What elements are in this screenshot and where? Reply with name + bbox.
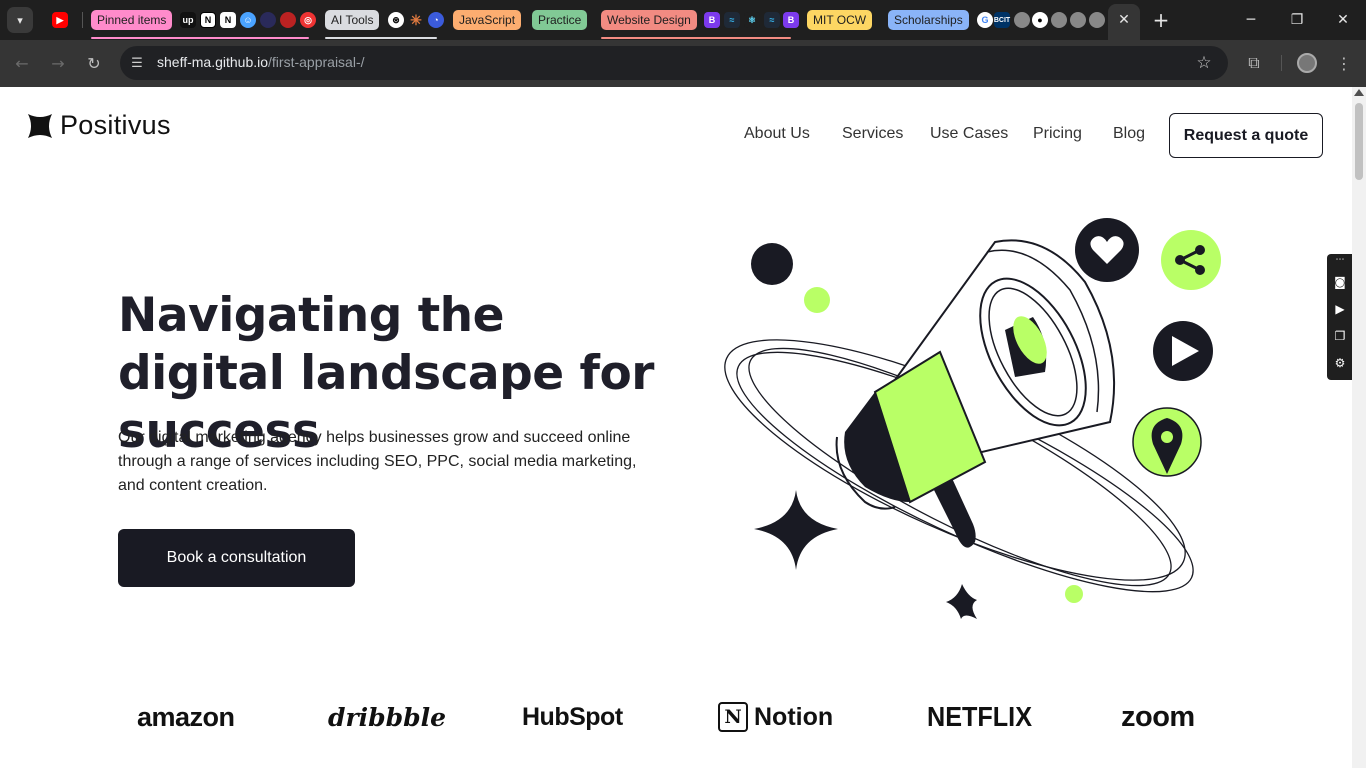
notion-logo: N Notion — [718, 697, 833, 737]
tab-search-button[interactable]: ▾ — [7, 7, 33, 33]
site-logo[interactable]: Positivus — [28, 110, 171, 141]
netflix-logo: NETFLIX — [927, 701, 1033, 732]
back-arrow-icon[interactable]: ← — [10, 51, 34, 75]
claude-tab-icon[interactable]: ✳ — [408, 12, 424, 28]
dribbble-logo: dribbble — [328, 702, 446, 732]
url-text[interactable]: sheff-ma.github.io/first-appraisal-/ — [157, 54, 365, 70]
restore-icon[interactable]: ❐ — [1274, 0, 1320, 40]
bcit-tab-icon[interactable]: BCIT — [994, 12, 1010, 28]
positivus-star-icon — [28, 113, 52, 138]
window-close-icon[interactable]: ✕ — [1320, 0, 1366, 40]
chatgpt-tab-icon[interactable]: ⊛ — [388, 12, 404, 28]
brand-name: Positivus — [60, 110, 171, 140]
minimize-icon[interactable]: ─ — [1228, 0, 1274, 40]
scrollbar-thumb[interactable] — [1355, 103, 1363, 180]
google-tab-icon[interactable]: G — [977, 12, 993, 28]
tab-group-website-design[interactable]: Website Design — [601, 10, 697, 30]
tab-close-icon[interactable]: ✕ — [1114, 10, 1134, 30]
bootstrap-tab-icon[interactable]: B — [704, 12, 720, 28]
tab-group-javascript[interactable]: JavaScript — [453, 10, 522, 30]
youtube-tab-icon[interactable]: ▶ — [52, 12, 68, 28]
reload-icon[interactable]: ↻ — [82, 51, 106, 75]
tab-group-ai-tools[interactable]: AI Tools — [325, 10, 380, 30]
bootstrap-tab-icon-2[interactable]: B — [783, 12, 799, 28]
request-quote-button[interactable]: Request a quote — [1169, 113, 1323, 158]
notion-wordmark: Notion — [754, 702, 834, 731]
url-path: /first-appraisal-/ — [268, 54, 365, 70]
bookmark-star-icon[interactable]: ☆ — [1192, 52, 1216, 74]
react-tab-icon[interactable]: ⚛ — [744, 12, 760, 28]
app-tab-icon[interactable] — [260, 12, 276, 28]
copy-screen-icon[interactable]: ❐ — [1331, 327, 1349, 345]
site-info-icon[interactable]: ☰ — [127, 53, 147, 73]
tailwind-tab-icon[interactable]: ≈ — [724, 12, 740, 28]
settings-gear-icon[interactable]: ⚙ — [1331, 354, 1349, 372]
hubspot-logo: HubSpot — [522, 702, 623, 731]
widget-handle-icon[interactable]: ⋯ — [1331, 254, 1349, 266]
tailwind-tab-icon-2[interactable]: ≈ — [764, 12, 780, 28]
profile-avatar[interactable] — [1297, 53, 1317, 73]
page-scrollbar[interactable] — [1352, 87, 1366, 768]
tab-group-underline — [91, 37, 309, 39]
ai-tab-icon[interactable]: ◔ — [428, 12, 444, 28]
megaphone-illustration — [724, 218, 1221, 619]
globe-tab-icon-3[interactable] — [1070, 12, 1086, 28]
amazon-logo: amazon — [137, 701, 235, 732]
forward-arrow-icon[interactable]: → — [46, 51, 70, 75]
tab-group-practice[interactable]: Practice — [532, 10, 588, 30]
app-tab-icon-3[interactable]: ◎ — [300, 12, 316, 28]
nav-about-us[interactable]: About Us — [744, 125, 810, 143]
upwork-tab-icon[interactable]: up — [180, 12, 196, 28]
globe-tab-icon[interactable] — [1014, 12, 1030, 28]
tab-group-mit-ocw[interactable]: MIT OCW — [807, 10, 873, 30]
web-page: Positivus About Us Services Use Cases Pr… — [0, 87, 1352, 768]
chat-tab-icon[interactable]: ☺ — [240, 12, 256, 28]
url-host: sheff-ma.github.io — [157, 54, 269, 70]
camera-icon[interactable]: ◙ — [1331, 273, 1349, 291]
notion-tab-icon[interactable]: N — [200, 12, 216, 28]
menu-kebab-icon[interactable]: ⋮ — [1332, 51, 1356, 75]
scroll-up-arrow-icon[interactable] — [1354, 89, 1364, 96]
book-consultation-button[interactable]: Book a consultation — [118, 529, 355, 587]
tab-separator — [82, 12, 83, 28]
globe-tab-icon-2[interactable] — [1051, 12, 1067, 28]
github-tab-icon[interactable]: ● — [1032, 12, 1048, 28]
client-logos: amazon dribbble HubSpot N Notion NETFLIX… — [0, 697, 1352, 737]
video-camera-icon[interactable]: ▶ — [1331, 300, 1349, 318]
app-tab-icon-2[interactable] — [280, 12, 296, 28]
notion-calendar-tab-icon[interactable]: N — [220, 12, 236, 28]
nav-use-cases[interactable]: Use Cases — [930, 125, 1008, 143]
nav-pricing[interactable]: Pricing — [1033, 125, 1082, 143]
nav-services[interactable]: Services — [842, 125, 903, 143]
tab-group-scholarships[interactable]: Scholarships — [888, 10, 969, 30]
globe-tab-icon-4[interactable] — [1089, 12, 1105, 28]
hero-description: Our digital marketing agency helps busin… — [118, 429, 637, 494]
tab-group-underline — [601, 37, 791, 39]
extensions-puzzle-icon[interactable]: ⧉ — [1242, 51, 1266, 75]
tab-group-pinned-items[interactable]: Pinned items — [91, 10, 173, 30]
new-tab-plus-icon[interactable]: + — [1150, 8, 1172, 32]
toolbar-separator — [1281, 55, 1282, 71]
tab-group-underline — [325, 37, 437, 39]
zoom-logo: zoom — [1121, 700, 1195, 733]
nav-blog[interactable]: Blog — [1113, 125, 1145, 143]
notion-n-icon: N — [718, 702, 748, 732]
